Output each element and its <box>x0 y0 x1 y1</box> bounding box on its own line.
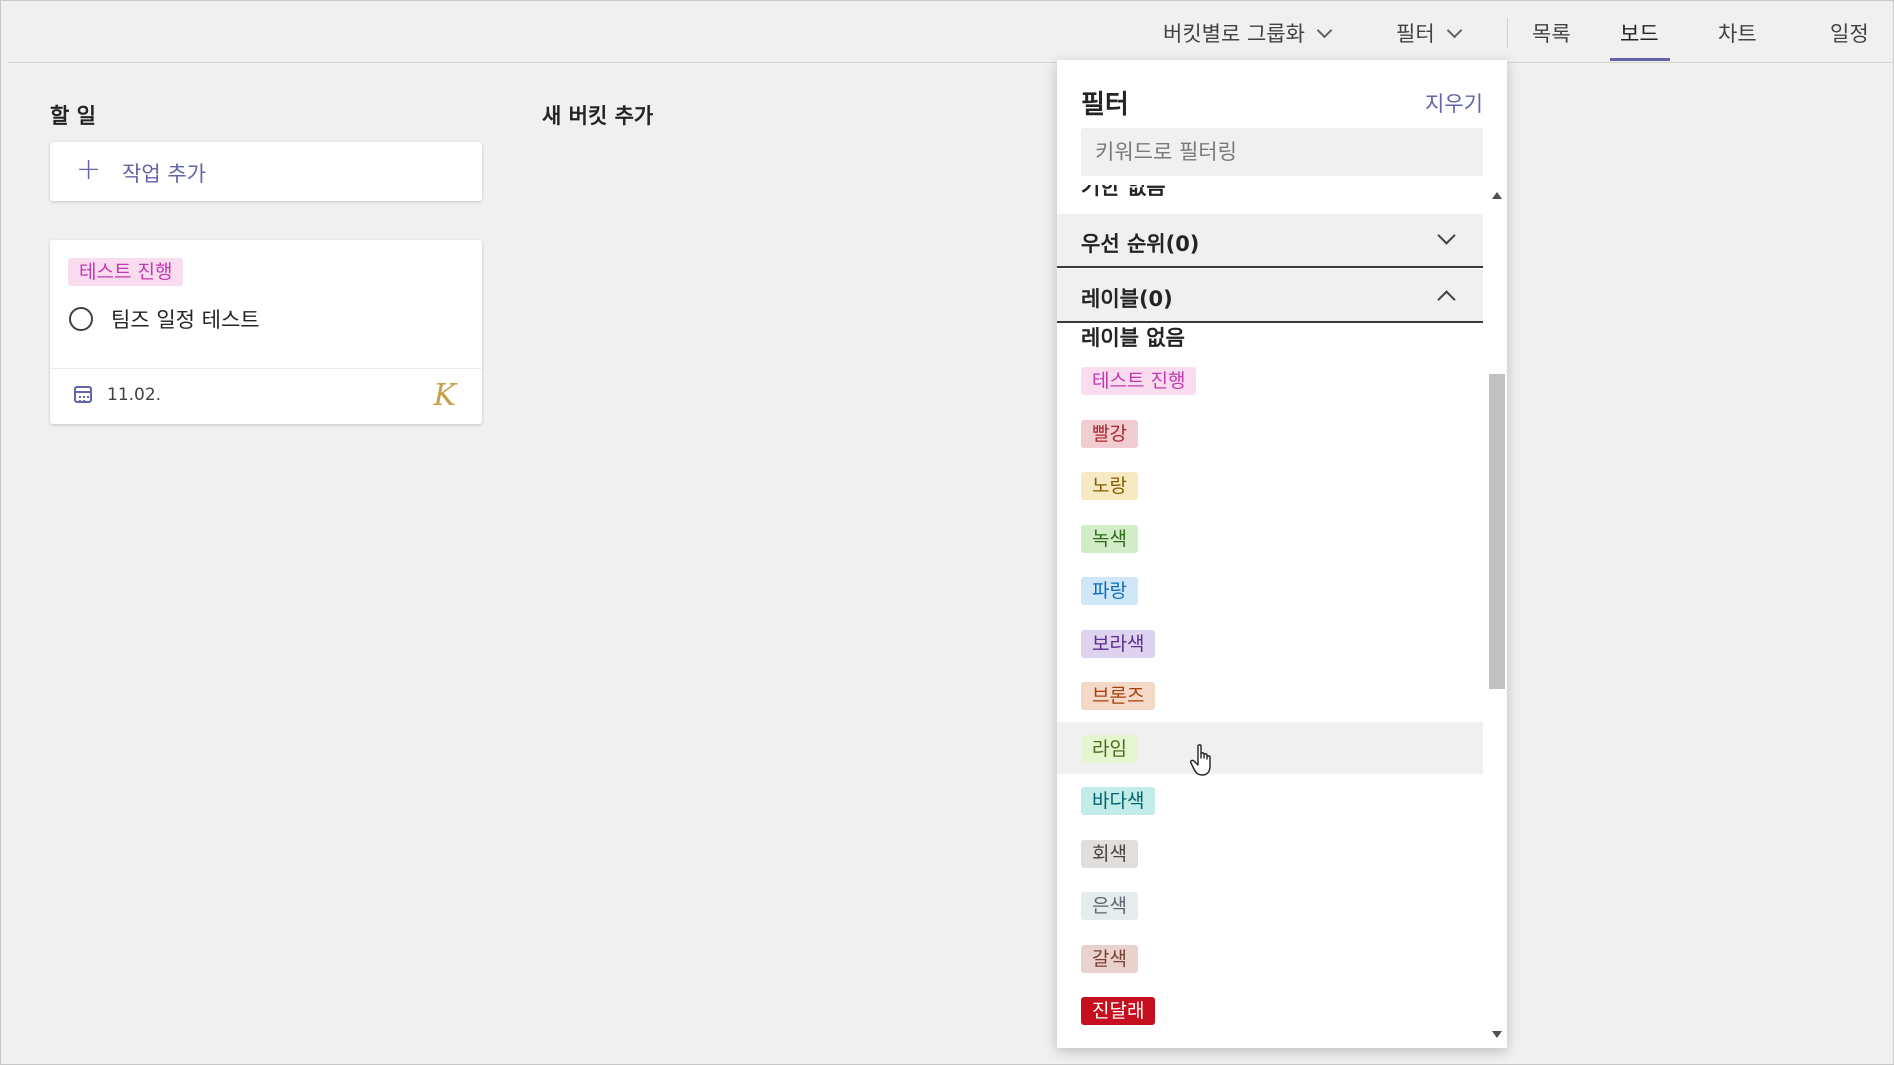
label-option[interactable]: 노랑 <box>1057 459 1483 511</box>
label-option[interactable]: 라임 <box>1057 722 1483 774</box>
complete-task-checkbox[interactable] <box>69 307 93 331</box>
tab-schedule[interactable]: 일정 <box>1830 18 1869 48</box>
task-label-badge: 테스트 진행 <box>68 258 184 286</box>
label-badge: 브론즈 <box>1081 682 1156 710</box>
label-badge: 녹색 <box>1081 525 1138 553</box>
label-section-label: 레이블(0) <box>1081 287 1173 311</box>
filter-scroll-area[interactable]: 기한 없음 우선 순위(0) 레이블(0) 레이블 없음 테스트 진행빨강노랑녹… <box>1057 185 1483 1048</box>
due-none-option[interactable]: 기한 없음 <box>1081 185 1166 201</box>
label-badge: 은색 <box>1081 892 1138 920</box>
label-option[interactable]: 진달래 <box>1057 984 1483 1036</box>
label-badge: 라임 <box>1081 735 1138 763</box>
label-option[interactable]: 녹색 <box>1057 512 1483 564</box>
scrollbar-thumb[interactable] <box>1489 374 1505 689</box>
task-title: 팀즈 일정 테스트 <box>111 308 260 332</box>
label-option[interactable]: 바다색 <box>1057 774 1483 826</box>
label-badge: 보라색 <box>1081 630 1156 658</box>
assignee-avatar[interactable]: K <box>434 378 456 413</box>
scroll-down-arrow-icon[interactable] <box>1492 1031 1502 1038</box>
label-option[interactable]: 갈색 <box>1057 932 1483 984</box>
group-by-dropdown[interactable]: 버킷별로 그룹화 <box>1163 18 1333 48</box>
tab-list[interactable]: 목록 <box>1532 18 1571 48</box>
filter-keyword-input[interactable] <box>1081 128 1483 176</box>
label-option[interactable]: 테스트 진행 <box>1057 354 1483 406</box>
filter-panel-title: 필터 <box>1081 90 1129 120</box>
chevron-down-icon <box>1437 226 1456 245</box>
label-option[interactable]: 회색 <box>1057 827 1483 879</box>
label-option[interactable]: 은색 <box>1057 879 1483 931</box>
card-divider <box>50 368 482 369</box>
filter-dropdown[interactable]: 필터 <box>1396 18 1462 48</box>
task-card[interactable]: 테스트 진행 팀즈 일정 테스트 11.02. K <box>50 240 482 424</box>
label-badge: 회색 <box>1081 840 1138 868</box>
chevron-up-icon <box>1437 290 1456 309</box>
group-by-label: 버킷별로 그룹화 <box>1163 22 1305 46</box>
label-badge: 노랑 <box>1081 472 1138 500</box>
label-badge: 바다색 <box>1081 787 1156 815</box>
label-badge: 진달래 <box>1081 997 1156 1025</box>
add-task-button[interactable]: + 작업 추가 <box>50 142 482 201</box>
label-badge: 파랑 <box>1081 577 1138 605</box>
priority-section-header[interactable]: 우선 순위(0) <box>1057 214 1483 268</box>
label-option[interactable]: 빨강 <box>1057 407 1483 459</box>
label-badge: 테스트 진행 <box>1081 367 1197 395</box>
filter-scrollbar[interactable] <box>1487 184 1507 1048</box>
tab-board[interactable]: 보드 <box>1620 18 1659 48</box>
priority-section-label: 우선 순위(0) <box>1081 232 1200 256</box>
add-task-label: 작업 추가 <box>122 162 206 186</box>
add-bucket-button[interactable]: 새 버킷 추가 <box>542 100 653 130</box>
chevron-down-icon <box>1446 22 1462 39</box>
scroll-up-arrow-icon[interactable] <box>1492 192 1502 199</box>
chevron-down-icon <box>1316 22 1333 39</box>
clear-filters-button[interactable]: 지우기 <box>1425 88 1483 118</box>
toolbar-divider <box>1507 18 1508 48</box>
no-label-option[interactable]: 레이블 없음 <box>1081 322 1185 352</box>
label-option[interactable]: 브론즈 <box>1057 669 1483 721</box>
label-section-header[interactable]: 레이블(0) <box>1057 269 1483 323</box>
bucket-title-todo[interactable]: 할 일 <box>50 100 96 130</box>
plus-icon: + <box>76 152 102 187</box>
filter-label: 필터 <box>1396 22 1435 46</box>
active-tab-indicator <box>1610 58 1670 61</box>
label-option[interactable]: 보라색 <box>1057 617 1483 669</box>
filter-panel: 필터 지우기 기한 없음 우선 순위(0) 레이블(0) 레이블 없음 테스트 … <box>1057 60 1507 1048</box>
hand-cursor-icon <box>1190 744 1211 776</box>
calendar-icon <box>74 386 92 403</box>
task-due-date: 11.02. <box>107 385 162 405</box>
label-badge: 빨강 <box>1081 420 1138 448</box>
top-toolbar: 버킷별로 그룹화 필터 목록 보드 차트 일정 <box>8 0 1894 63</box>
label-option[interactable]: 파랑 <box>1057 564 1483 616</box>
label-badge: 갈색 <box>1081 945 1138 973</box>
tab-chart[interactable]: 차트 <box>1718 18 1757 48</box>
